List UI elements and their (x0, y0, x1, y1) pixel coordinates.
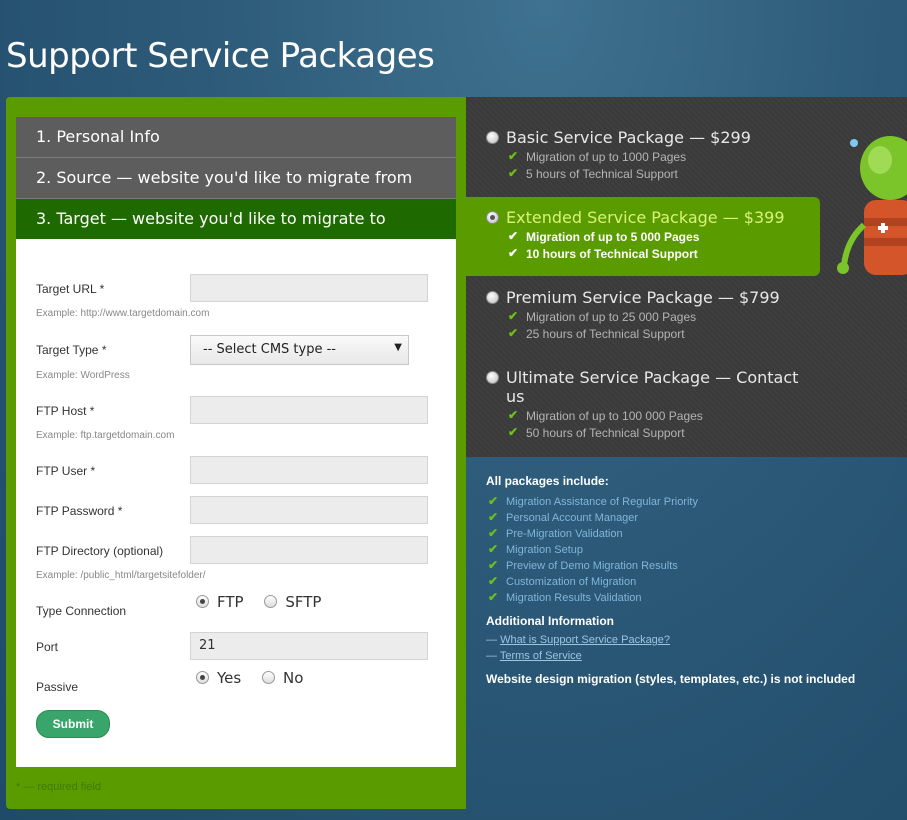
package-feature: 25 hours of Technical Support (526, 327, 685, 341)
package-includes: All packages include: ✔ Migration Assista… (486, 474, 896, 686)
include-item: ✔ Migration Setup (488, 542, 584, 556)
design-migration-note: Website design migration (styles, templa… (486, 672, 856, 686)
check-icon: ✔ (508, 229, 519, 243)
include-item: ✔ Personal Account Manager (488, 510, 639, 524)
page-title: Support Service Packages (6, 36, 435, 76)
ftp-host-label: FTP Host * (36, 404, 95, 418)
dropdown-arrow-icon: ▼ (394, 342, 402, 353)
ftp-directory-example: Example: /public_html/targetsitefolder/ (36, 570, 206, 581)
passive-radios: Yes No (196, 669, 319, 687)
radio-icon[interactable] (486, 131, 499, 144)
package-feature: Migration of up to 1000 Pages (526, 150, 687, 164)
package-feature: 5 hours of Technical Support (526, 167, 678, 181)
ftp-directory-label: FTP Directory (optional) (36, 544, 164, 558)
link-terms-of-service[interactable]: Terms of Service (500, 650, 582, 662)
include-item: ✔ Customization of Migration (488, 574, 637, 588)
ftp-directory-input[interactable] (190, 536, 428, 564)
include-item: ✔ Migration Assistance of Regular Priorit… (488, 494, 698, 508)
step-personal-info[interactable]: 1. Personal Info (16, 117, 456, 158)
target-type-selected: -- Select CMS type -- (203, 342, 336, 357)
migration-form-panel: 1. Personal Info 2. Source — website you… (6, 97, 466, 809)
include-item: ✔ Migration Results Validation (488, 590, 642, 604)
radio-no[interactable]: No (262, 669, 303, 687)
ftp-user-label: FTP User * (36, 464, 96, 478)
package-title: Basic Service Package — $299 (506, 128, 751, 147)
check-icon: ✔ (508, 309, 519, 323)
includes-heading: All packages include: (486, 474, 609, 488)
target-type-select[interactable]: -- Select CMS type -- ▼ (190, 335, 409, 365)
package-title: Ultimate Service Package — Contact us (506, 368, 799, 406)
check-icon: ✔ (488, 590, 499, 604)
radio-icon (196, 671, 209, 684)
port-input[interactable]: 21 (190, 632, 428, 660)
check-icon: ✔ (508, 246, 519, 260)
package-basic[interactable]: Basic Service Package — $299 ✔ Migration … (486, 128, 820, 181)
type-connection-radios: FTP SFTP (196, 593, 337, 611)
radio-ftp[interactable]: FTP (196, 593, 244, 611)
package-title: Premium Service Package — $799 (506, 288, 780, 307)
check-icon: ✔ (508, 149, 519, 163)
include-item: ✔ Preview of Demo Migration Results (488, 558, 678, 572)
check-icon: ✔ (488, 526, 499, 540)
port-label: Port (36, 640, 59, 654)
check-icon: ✔ (508, 326, 519, 340)
step-source[interactable]: 2. Source — website you'd like to migrat… (16, 158, 456, 199)
check-icon: ✔ (488, 574, 499, 588)
include-item: ✔ Pre-Migration Validation (488, 526, 623, 540)
package-feature: 10 hours of Technical Support (526, 247, 698, 261)
radio-sftp[interactable]: SFTP (264, 593, 321, 611)
package-extended[interactable]: Extended Service Package — $399 ✔ Migrati… (486, 208, 820, 261)
package-feature: Migration of up to 5 000 Pages (526, 230, 700, 244)
package-ultimate[interactable]: Ultimate Service Package — Contact us ✔ M… (486, 368, 820, 440)
check-icon: ✔ (508, 408, 519, 422)
additional-info-heading: Additional Information (486, 614, 614, 628)
check-icon: ✔ (508, 425, 519, 439)
passive-label: Passive (36, 680, 79, 694)
target-type-example: Example: WordPress (36, 370, 130, 381)
link-what-is-support-package[interactable]: What is Support Service Package? (500, 634, 670, 646)
step-target[interactable]: 3. Target — website you'd like to migrat… (16, 199, 456, 239)
package-title: Extended Service Package — $399 (506, 208, 785, 227)
target-type-label: Target Type * (36, 343, 107, 357)
radio-icon[interactable] (486, 371, 499, 384)
check-icon: ✔ (488, 494, 499, 508)
ftp-user-input[interactable] (190, 456, 428, 484)
ftp-password-label: FTP Password * (36, 504, 123, 518)
radio-icon (264, 595, 278, 608)
submit-button[interactable]: Submit (36, 710, 110, 738)
radio-icon (196, 595, 209, 608)
radio-icon[interactable] (486, 211, 499, 224)
radio-yes[interactable]: Yes (196, 669, 241, 687)
radio-icon (262, 671, 275, 684)
target-form: Target URL * Example: http://www.targetd… (16, 239, 456, 767)
target-url-input[interactable] (190, 274, 428, 302)
target-url-example: Example: http://www.targetdomain.com (36, 308, 210, 319)
wizard-steps: 1. Personal Info 2. Source — website you… (16, 117, 456, 239)
link-row: — Terms of Service (486, 650, 582, 662)
required-field-note: * — required field (16, 781, 101, 793)
package-premium[interactable]: Premium Service Package — $799 ✔ Migratio… (486, 288, 820, 341)
package-feature: Migration of up to 25 000 Pages (526, 310, 697, 324)
ftp-password-input[interactable] (190, 496, 428, 524)
type-connection-label: Type Connection (36, 604, 127, 618)
package-feature: 50 hours of Technical Support (526, 426, 685, 440)
check-icon: ✔ (488, 558, 499, 572)
link-row: — What is Support Service Package? (486, 634, 671, 646)
radio-icon[interactable] (486, 291, 499, 304)
check-icon: ✔ (488, 510, 499, 524)
check-icon: ✔ (488, 542, 499, 556)
support-robot-mascot (837, 136, 907, 275)
ftp-host-input[interactable] (190, 396, 428, 424)
package-feature: Migration of up to 100 000 Pages (526, 409, 703, 423)
ftp-host-example: Example: ftp.targetdomain.com (36, 430, 175, 441)
target-url-label: Target URL * (36, 282, 105, 296)
check-icon: ✔ (508, 166, 519, 180)
